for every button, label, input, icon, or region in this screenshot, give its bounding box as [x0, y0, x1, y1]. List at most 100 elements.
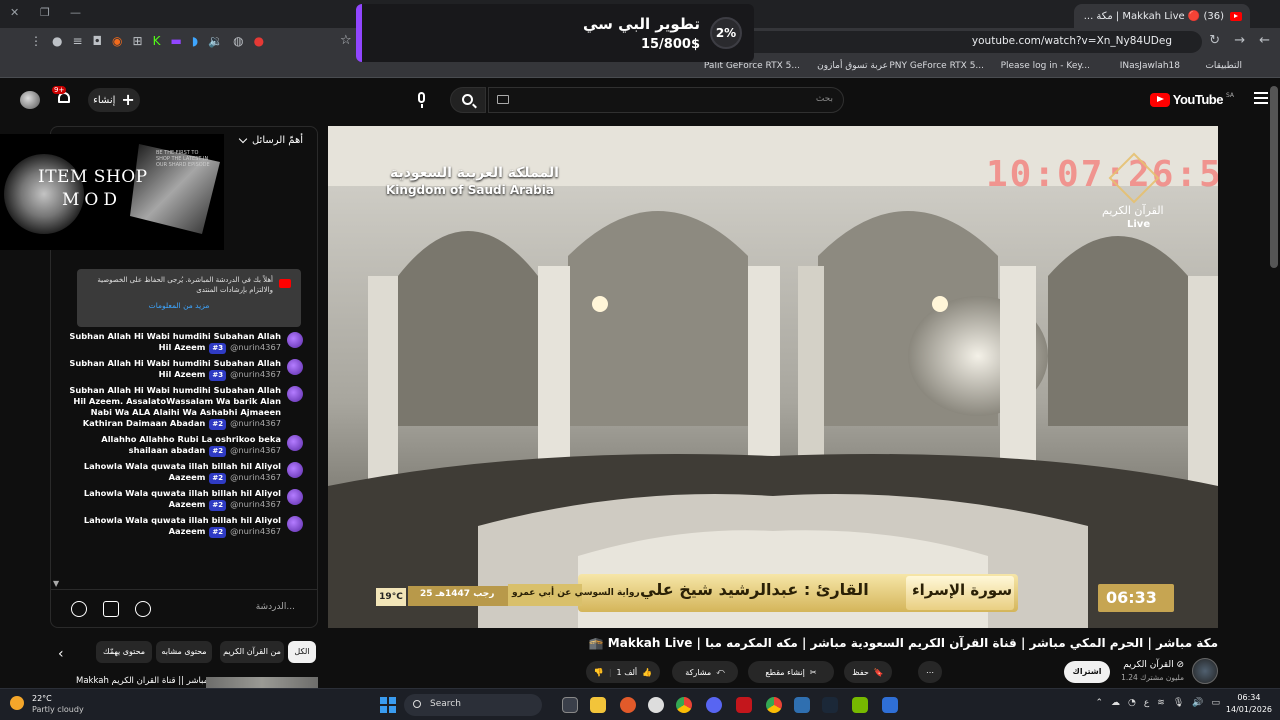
emoji-icon[interactable]	[135, 601, 151, 617]
chat-welcome-banner: أهلاً بك في الدردشة المباشرة. يُرجى الحف…	[77, 269, 301, 327]
chevron-left-icon[interactable]: ‹	[58, 646, 64, 662]
keyboard-icon[interactable]	[497, 95, 509, 104]
app-icon[interactable]	[736, 697, 752, 713]
chat-author[interactable]: @nurin4367	[230, 526, 281, 536]
back-icon[interactable]: ←	[1259, 33, 1270, 48]
share-button[interactable]: مشاركة ⤺	[672, 661, 738, 683]
battery-icon[interactable]: ▭	[1211, 698, 1220, 708]
app-icon[interactable]	[882, 697, 898, 713]
app-icon[interactable]	[620, 697, 636, 713]
chat-author[interactable]: @nurin4367	[230, 342, 281, 352]
search-input[interactable]: بحث	[488, 87, 844, 113]
chrome-icon[interactable]	[676, 697, 692, 713]
forward-icon[interactable]: →	[1234, 33, 1245, 48]
save-button[interactable]: حفظ 🔖	[844, 661, 892, 683]
avatar[interactable]	[287, 489, 303, 505]
avatar[interactable]	[287, 435, 303, 451]
steam-icon[interactable]	[822, 697, 838, 713]
chip-all[interactable]: الكل	[288, 641, 316, 663]
avatar[interactable]	[287, 516, 303, 532]
chip-from-quran[interactable]: من القرآن الكريم	[220, 641, 284, 663]
search-icon	[413, 700, 421, 708]
page-scrollbar[interactable]	[1270, 86, 1278, 268]
cloud-icon[interactable]: ☁	[1111, 698, 1120, 708]
video-player[interactable]: المملكة العربية السعودية Kingdom of Saud…	[328, 126, 1218, 628]
language-indicator[interactable]: ع	[1144, 698, 1149, 708]
extension-icon[interactable]: K	[153, 34, 161, 48]
avatar[interactable]	[287, 462, 303, 478]
chat-author[interactable]: @nurin4367	[230, 499, 281, 509]
avatar[interactable]	[287, 332, 303, 348]
bookmark-1[interactable]: INasJawlah18	[1120, 61, 1180, 71]
minimize-window-icon[interactable]: —	[70, 6, 81, 19]
tab-youtube[interactable]: (36) 🔴 Makkah Live | مكة ...	[1074, 4, 1250, 28]
avatar[interactable]	[20, 91, 40, 109]
chrome-icon[interactable]	[766, 697, 782, 713]
discord-icon[interactable]	[706, 697, 722, 713]
extension-icon[interactable]: ◍	[233, 34, 243, 48]
menu-icon[interactable]: ⋮	[30, 34, 42, 48]
subscribe-button[interactable]: اشتراك	[1064, 661, 1110, 683]
menu-hamburger-icon[interactable]	[1254, 92, 1268, 104]
nvidia-icon[interactable]	[852, 697, 868, 713]
dislike-icon[interactable]: 👎	[594, 668, 604, 677]
file-explorer-icon[interactable]	[590, 697, 606, 713]
clip-button[interactable]: إنشاء مقطع ✂	[748, 661, 834, 683]
settings-icon[interactable]	[648, 697, 664, 713]
channel-name[interactable]: القرآن الكريم ⊘	[1123, 660, 1184, 670]
chat-author[interactable]: @nurin4367	[230, 369, 281, 379]
chat-input[interactable]: الدردشة...	[51, 589, 317, 627]
extension-icon[interactable]: ◗	[192, 34, 198, 48]
maximize-window-icon[interactable]: ❐	[40, 6, 50, 19]
more-info-link[interactable]: مزيد من المعلومات	[85, 301, 273, 310]
bookmark-2[interactable]: Please log in - Key...	[1001, 61, 1090, 71]
puzzle-icon[interactable]: ◘	[93, 34, 103, 48]
bookmark-5[interactable]: Palit GeForce RTX 5...	[704, 61, 800, 71]
chip-for-you[interactable]: محتوى يهمّك	[96, 641, 152, 663]
bookmark-apps[interactable]: التطبيقات	[1205, 61, 1242, 71]
extension-icon[interactable]: ⊞	[133, 34, 143, 48]
close-window-icon[interactable]: ✕	[10, 6, 19, 19]
extension-icon[interactable]: ≡	[72, 34, 82, 48]
chip-similar[interactable]: محتوى مشابه	[156, 641, 212, 663]
reload-icon[interactable]: ↻	[1209, 33, 1220, 48]
extension-icon[interactable]: ▬	[170, 34, 181, 48]
chat-author[interactable]: @nurin4367	[230, 472, 281, 482]
heart-icon[interactable]	[71, 601, 87, 617]
avatar[interactable]	[287, 386, 303, 402]
youtube-logo[interactable]: YouTube SA	[1149, 92, 1234, 107]
profile-icon[interactable]: ●	[52, 34, 62, 48]
extension-icon[interactable]: ●	[254, 34, 264, 48]
task-view-icon[interactable]	[562, 697, 578, 713]
chat-author[interactable]: @nurin4367	[230, 418, 281, 428]
more-actions-button[interactable]: ⋯	[918, 661, 942, 683]
bookmark-3[interactable]: PNY GeForce RTX 5...	[889, 61, 984, 71]
create-button[interactable]: إنشاء +	[88, 88, 140, 112]
scroll-down-icon[interactable]: ▼	[53, 579, 59, 588]
notifications-button[interactable]: 9+	[52, 86, 72, 107]
taskbar-clock[interactable]: 06:34 14/01/2026	[1226, 692, 1272, 716]
taskbar-search[interactable]: Search	[404, 694, 542, 716]
microphone-icon[interactable]: 🎙	[1173, 698, 1184, 708]
share-label: مشاركة	[685, 667, 712, 677]
chat-message-body: Subhan Allah Hi Wabi humdihi Subahan All…	[67, 331, 281, 354]
extension-icon[interactable]: ◉	[112, 34, 122, 48]
volume-icon[interactable]: 🔉	[208, 34, 223, 48]
app-icon[interactable]	[794, 697, 810, 713]
search-button[interactable]	[450, 87, 486, 113]
wifi-icon[interactable]: ≋	[1157, 698, 1165, 708]
channel-avatar[interactable]	[1192, 658, 1218, 684]
chat-author[interactable]: @nurin4367	[230, 445, 281, 455]
bookmark-4[interactable]: عربة تسوق أمازون	[817, 61, 888, 71]
like-icon[interactable]: 👍	[642, 668, 652, 677]
super-chat-icon[interactable]	[103, 601, 119, 617]
voice-search-button[interactable]	[410, 87, 434, 113]
bookmark-star-icon[interactable]: ☆	[340, 33, 352, 48]
network-icon[interactable]: ◔	[1128, 698, 1136, 708]
like-dislike-button[interactable]: 👎 | 1 ألف 👍	[586, 661, 660, 683]
chat-mode-dropdown[interactable]: أهمّ الرسائل	[238, 134, 303, 146]
avatar[interactable]	[287, 359, 303, 375]
chevron-up-icon[interactable]: ⌃	[1096, 698, 1104, 708]
start-button[interactable]	[380, 697, 396, 713]
speaker-icon[interactable]: 🔊	[1192, 698, 1203, 708]
